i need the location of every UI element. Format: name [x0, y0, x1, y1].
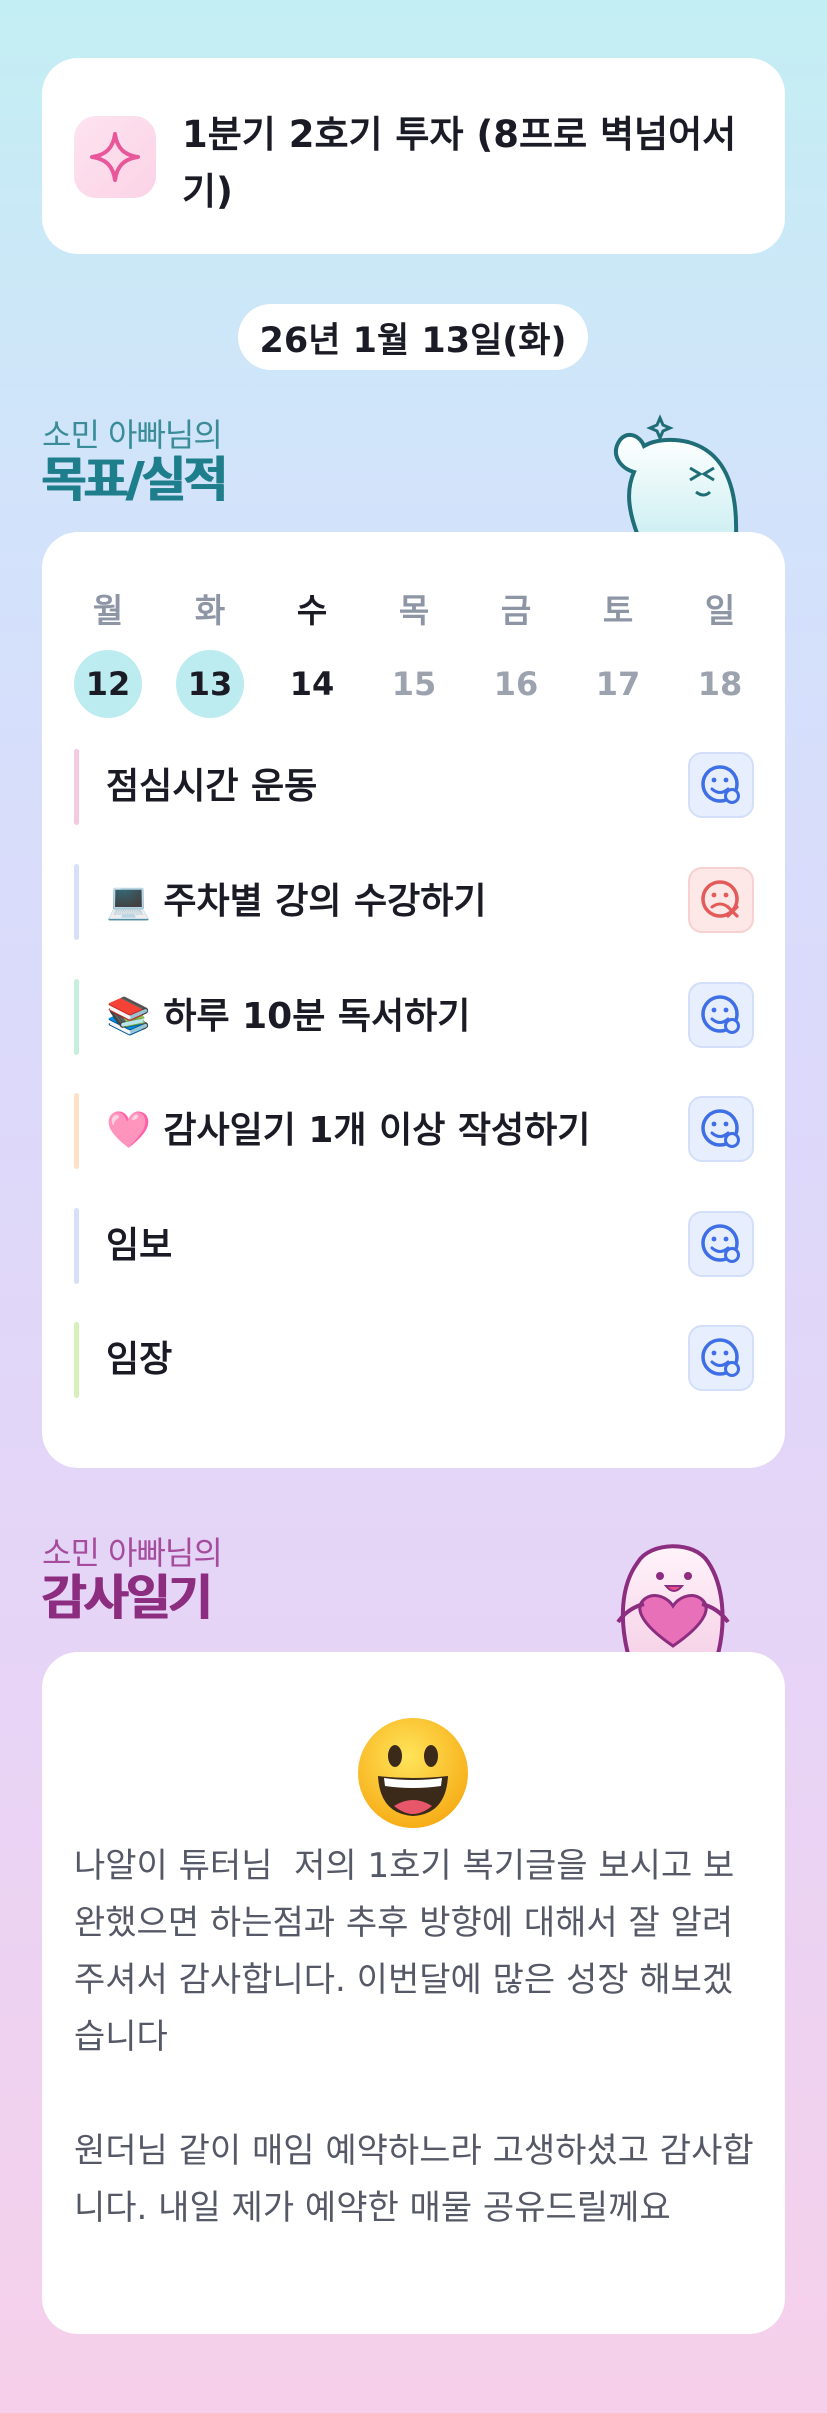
gratitude-card: 나알이 튜터님 저의 1호기 복기글을 보시고 보완했으면 하는점과 추후 방향… — [42, 1652, 785, 2334]
goal-text: 1분기 2호기 투자 (8프로 벽넘어서기) — [182, 113, 737, 213]
week-strip: 월 12 화 13 수 14 목 15 금 16 토 17 일 18 — [74, 586, 754, 718]
goal-card: 1분기 2호기 투자 (8프로 벽넘어서기) — [42, 58, 785, 254]
day-mon[interactable]: 월 12 — [74, 586, 142, 718]
day-of-week: 일 — [704, 591, 736, 630]
day-number: 17 — [595, 665, 641, 703]
mascot-thumbs-up-icon — [614, 414, 739, 536]
task-label: 💻 주차별 강의 수강하기 — [106, 881, 487, 922]
day-number: 16 — [493, 665, 539, 703]
smile-check-icon[interactable] — [688, 1096, 754, 1162]
task-item[interactable]: 점심시간 운동 — [74, 749, 754, 825]
task-color-bar — [74, 979, 79, 1055]
task-color-bar — [74, 1322, 79, 1398]
smile-check-icon[interactable] — [688, 982, 754, 1048]
task-color-bar — [74, 864, 79, 940]
day-number: 15 — [391, 665, 437, 703]
day-thu[interactable]: 목 15 — [380, 586, 448, 718]
task-label: 🩷 감사일기 1개 이상 작성하기 — [106, 1110, 591, 1151]
task-label: 임보 — [106, 1225, 173, 1266]
sparkle-icon — [74, 116, 156, 198]
mascot-heart-icon — [616, 1544, 730, 1654]
task-label: 📚 하루 10분 독서하기 — [106, 996, 471, 1037]
goals-card: 월 12 화 13 수 14 목 15 금 16 토 17 일 18 점심시간 … — [42, 532, 785, 1468]
day-tue[interactable]: 화 13 — [176, 586, 244, 718]
day-wed[interactable]: 수 14 — [278, 586, 346, 718]
task-color-bar — [74, 1208, 79, 1284]
day-of-week: 화 — [194, 591, 226, 630]
smile-check-icon[interactable] — [688, 1211, 754, 1277]
date-pill[interactable]: 26년 1월 13일(화) — [238, 304, 588, 370]
task-item[interactable]: 임보 — [74, 1208, 754, 1284]
task-item[interactable]: 💻 주차별 강의 수강하기 — [74, 864, 754, 940]
task-label: 점심시간 운동 — [106, 766, 318, 807]
day-of-week: 금 — [500, 591, 532, 630]
sad-x-icon[interactable] — [688, 867, 754, 933]
day-number: 14 — [289, 665, 335, 703]
day-number: 18 — [697, 665, 743, 703]
smile-check-icon[interactable] — [688, 1325, 754, 1391]
day-of-week: 수 — [296, 591, 328, 630]
task-item[interactable]: 📚 하루 10분 독서하기 — [74, 979, 754, 1055]
day-of-week: 토 — [602, 591, 634, 630]
day-number: 13 — [176, 650, 244, 718]
day-of-week: 목 — [398, 591, 430, 630]
task-item[interactable]: 임장 — [74, 1322, 754, 1398]
day-of-week: 월 — [92, 591, 124, 630]
grinning-face-icon — [354, 1714, 472, 1832]
day-sat[interactable]: 토 17 — [584, 586, 652, 718]
task-item[interactable]: 🩷 감사일기 1개 이상 작성하기 — [74, 1093, 754, 1169]
task-color-bar — [74, 749, 79, 825]
smile-check-icon[interactable] — [688, 752, 754, 818]
task-label: 임장 — [106, 1339, 173, 1380]
day-number: 12 — [74, 650, 142, 718]
day-fri[interactable]: 금 16 — [482, 586, 550, 718]
day-sun[interactable]: 일 18 — [686, 586, 754, 718]
gratitude-section-title: 감사일기 — [42, 1570, 213, 1626]
task-color-bar — [74, 1093, 79, 1169]
goals-section-title: 목표/실적 — [42, 452, 228, 508]
gratitude-text: 나알이 튜터님 저의 1호기 복기글을 보시고 보완했으면 하는점과 추후 방향… — [74, 1846, 754, 2228]
